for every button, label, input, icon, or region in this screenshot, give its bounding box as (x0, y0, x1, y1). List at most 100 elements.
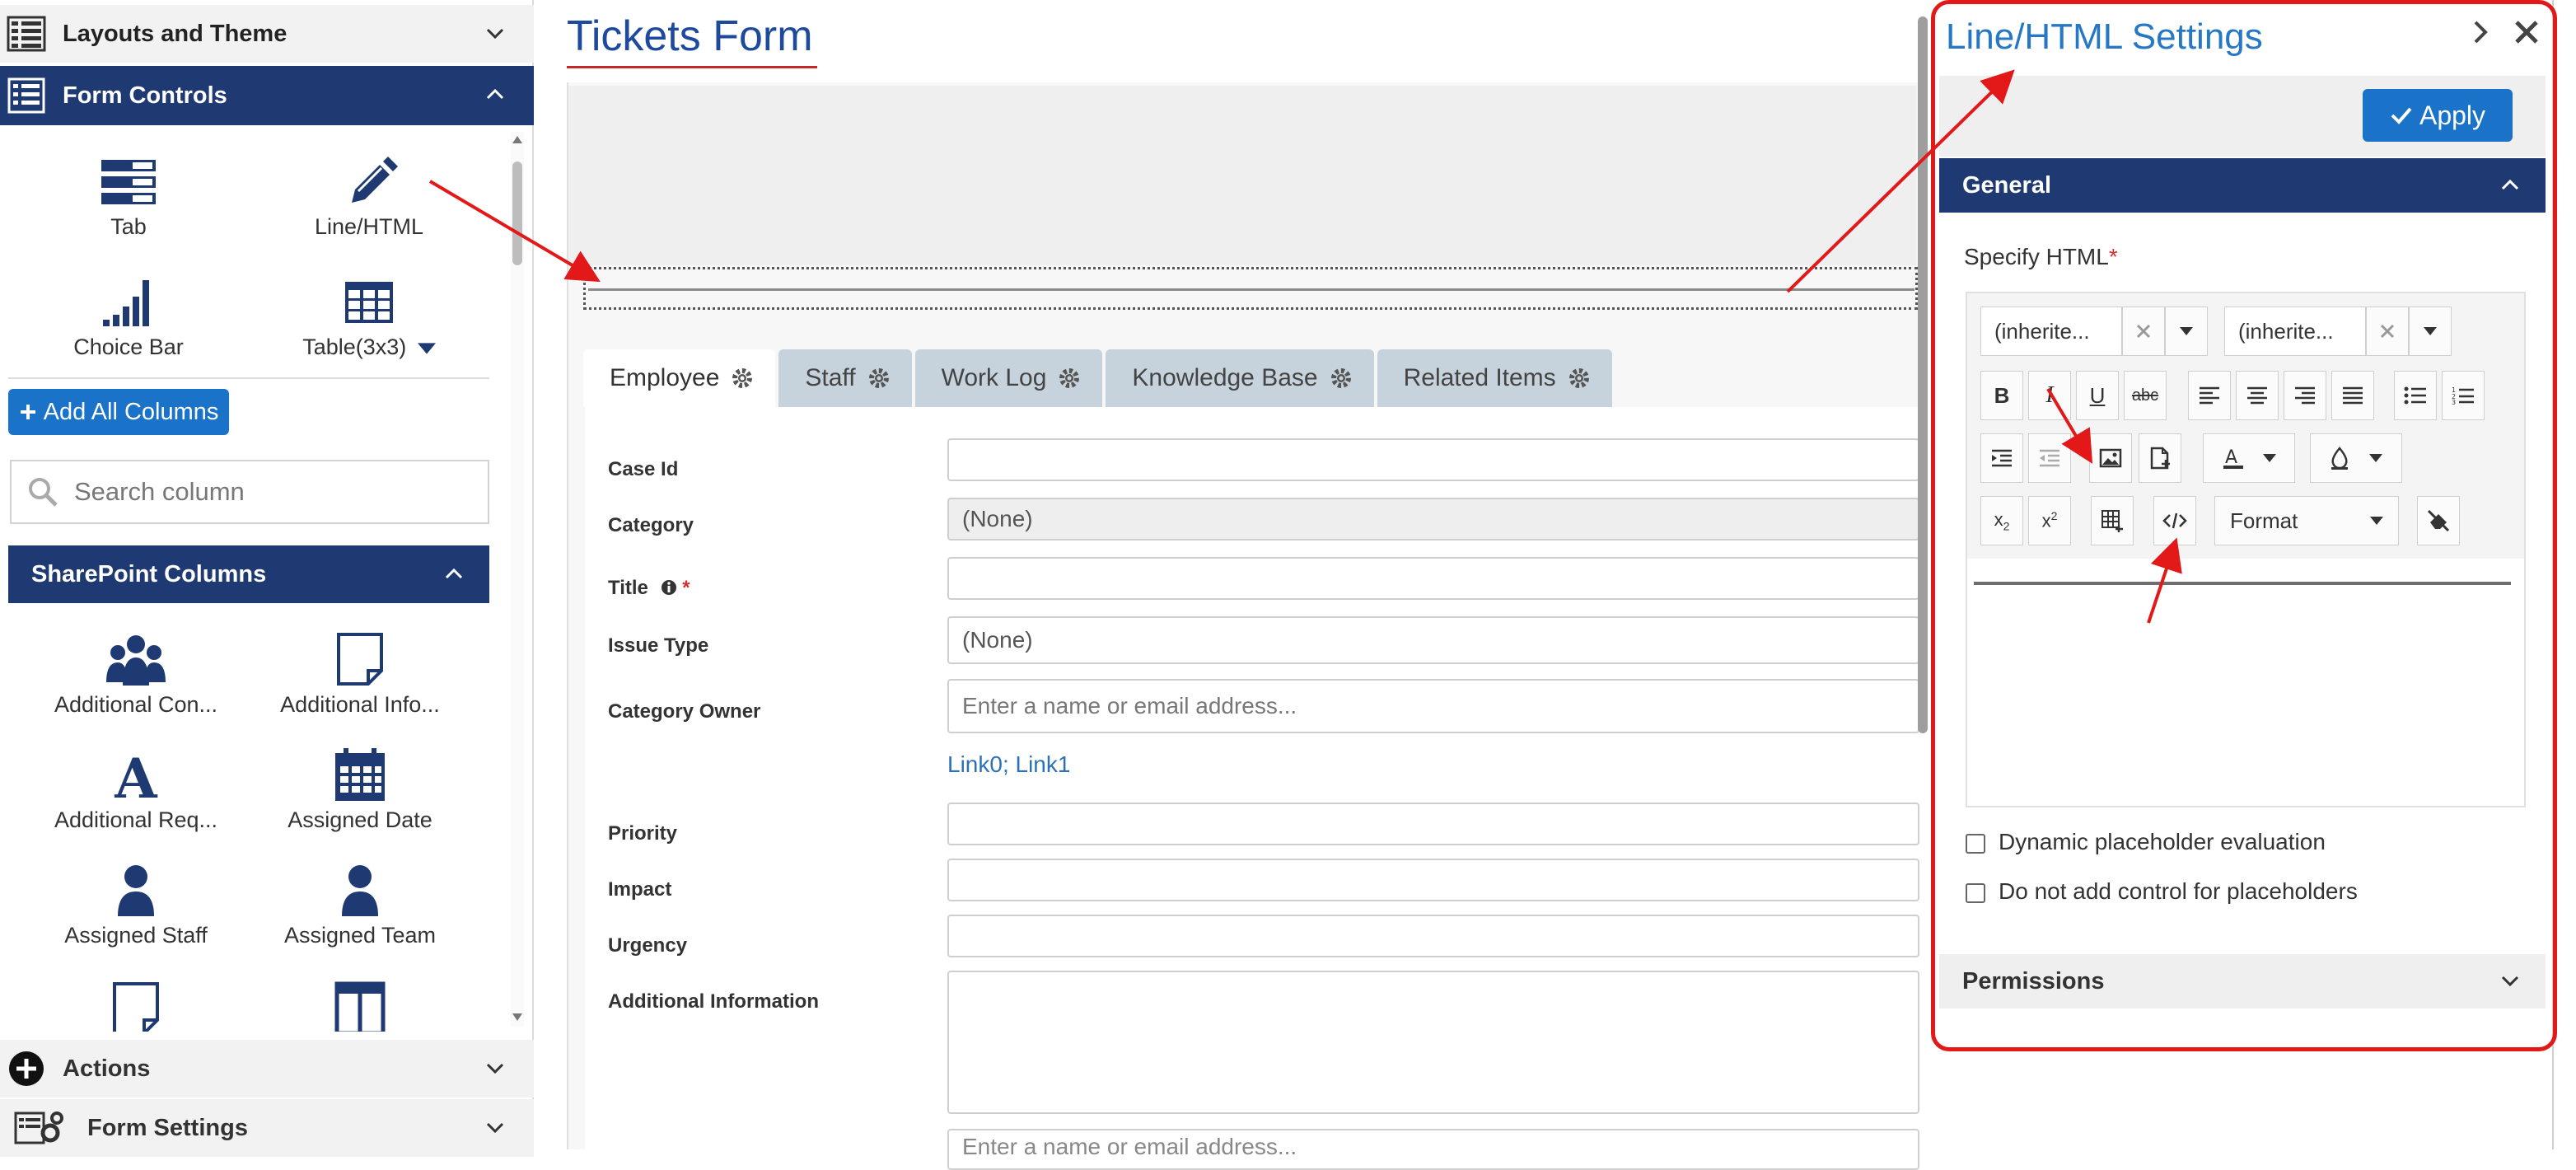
control-table-text: Table(3x3) (302, 335, 407, 359)
form-scrollbar[interactable] (1918, 16, 1928, 733)
tab-related-items[interactable]: Related Items (1377, 349, 1612, 407)
left-panel-scrollbar[interactable] (511, 132, 524, 1027)
form-settings-icon (14, 1112, 63, 1144)
tab-label: Work Log (941, 364, 1047, 391)
search-icon (29, 478, 58, 507)
column-additional-info[interactable]: Additional Info... (249, 631, 471, 718)
control-tab-label: Tab (110, 214, 147, 239)
tab-icon (101, 160, 156, 204)
column-assigned-team[interactable]: Assigned Team (249, 862, 471, 948)
field-label-case-id: Case Id (608, 458, 679, 480)
field-label-issue-type: Issue Type (608, 634, 709, 657)
search-column-box[interactable] (10, 460, 489, 524)
gear-icon[interactable] (867, 367, 891, 390)
table-grid-icon (345, 282, 393, 323)
scroll-down-icon[interactable] (511, 1012, 524, 1023)
gear-icon[interactable] (1568, 367, 1591, 390)
note-icon (337, 633, 383, 686)
form-header-block[interactable] (568, 86, 1916, 265)
tab-label: Staff (805, 364, 856, 391)
svg-text:A: A (114, 746, 157, 804)
category-owner-people-picker[interactable]: Enter a name or email address... (947, 679, 1919, 733)
column-partial-columns[interactable] (249, 980, 471, 1032)
control-tab[interactable]: Tab (46, 157, 211, 240)
column-label: Additional Con... (54, 692, 218, 717)
form-settings-label: Form Settings (87, 1114, 248, 1141)
field-label-priority: Priority (608, 822, 678, 845)
priority-input[interactable] (947, 803, 1919, 845)
info-icon[interactable] (661, 579, 677, 596)
chevron-down-icon (486, 28, 504, 40)
actions-header[interactable]: Actions (0, 1040, 534, 1097)
chevron-up-icon (445, 568, 463, 579)
chevron-down-icon (486, 1122, 504, 1134)
form-tabs: Employee Staff Work Log Knowledge Base R… (583, 349, 1615, 407)
actions-label: Actions (63, 1055, 151, 1082)
people-picker-partial[interactable]: Enter a name or email address... (947, 1129, 1919, 1170)
field-label-category-owner: Category Owner (608, 700, 761, 723)
form-title[interactable]: Tickets Form (567, 12, 813, 61)
column-additional-contacts[interactable]: Additional Con... (25, 631, 247, 718)
column-assigned-staff[interactable]: Assigned Staff (25, 862, 247, 948)
note-icon (113, 982, 159, 1032)
form-controls-label: Form Controls (63, 82, 227, 109)
letter-a-icon: A (114, 746, 157, 804)
issue-type-select[interactable]: (None) (947, 616, 1919, 664)
gear-icon[interactable] (1058, 367, 1081, 390)
caret-down-icon[interactable] (417, 343, 436, 354)
title-input[interactable] (947, 557, 1919, 600)
column-assigned-date[interactable]: Assigned Date (249, 746, 471, 833)
column-label: Assigned Staff (64, 923, 208, 948)
horizontal-rule (588, 288, 1914, 291)
calendar-icon (335, 748, 385, 801)
form-settings-header[interactable]: Form Settings (0, 1099, 534, 1157)
form-controls-icon (7, 77, 45, 114)
tab-label: Related Items (1403, 364, 1556, 391)
control-choice-bar-label: Choice Bar (73, 335, 184, 359)
layouts-theme-header[interactable]: Layouts and Theme (0, 5, 534, 63)
additional-information-textarea[interactable] (947, 971, 1919, 1114)
pencil-icon (352, 157, 398, 203)
search-column-input[interactable] (72, 476, 468, 508)
category-select[interactable]: (None) (947, 498, 1919, 541)
title-underline (567, 66, 817, 68)
chevron-up-icon (486, 88, 504, 100)
column-label: Additional Req... (54, 807, 218, 832)
user-icon (342, 865, 378, 916)
tab-staff[interactable]: Staff (778, 349, 912, 407)
signal-bars-icon (103, 280, 149, 326)
column-label: Additional Info... (280, 692, 440, 717)
scroll-up-icon[interactable] (511, 133, 524, 145)
gear-icon[interactable] (1330, 367, 1353, 390)
field-label-urgency: Urgency (608, 934, 688, 957)
control-line-html-label: Line/HTML (314, 214, 424, 239)
control-choice-bar[interactable]: Choice Bar (46, 277, 211, 360)
gear-icon[interactable] (731, 367, 754, 390)
link-text[interactable]: Link0; Link1 (947, 751, 1070, 778)
column-additional-req[interactable]: A Additional Req... (25, 746, 247, 833)
title-label-text: Title (608, 577, 648, 599)
tab-employee[interactable]: Employee (583, 349, 776, 407)
control-table-label: Table(3x3) (287, 335, 451, 360)
tab-work-log[interactable]: Work Log (914, 349, 1103, 407)
sharepoint-columns-header[interactable]: SharePoint Columns (8, 545, 489, 603)
divider (8, 377, 489, 379)
control-table[interactable]: Table(3x3) (287, 277, 451, 360)
column-label: Assigned Team (283, 923, 437, 948)
urgency-input[interactable] (947, 915, 1919, 957)
column-label: Assigned Date (288, 807, 432, 832)
add-all-columns-button[interactable]: Add All Columns (8, 389, 229, 435)
left-panel-scroll-thumb[interactable] (512, 161, 522, 265)
column-partial-note[interactable] (25, 980, 247, 1032)
control-line-html[interactable]: Line/HTML (287, 157, 451, 240)
tab-knowledge-base[interactable]: Knowledge Base (1106, 349, 1374, 407)
layouts-theme-label: Layouts and Theme (63, 20, 288, 47)
field-label-title: Title * (608, 577, 690, 600)
case-id-input[interactable] (947, 438, 1919, 481)
required-mark: * (682, 577, 690, 599)
form-controls-header[interactable]: Form Controls (0, 66, 534, 125)
impact-input[interactable] (947, 859, 1919, 901)
left-panel: Layouts and Theme Form Controls Tab Line… (0, 0, 534, 1157)
add-all-columns-label: Add All Columns (43, 398, 219, 425)
list-icon (7, 16, 46, 52)
